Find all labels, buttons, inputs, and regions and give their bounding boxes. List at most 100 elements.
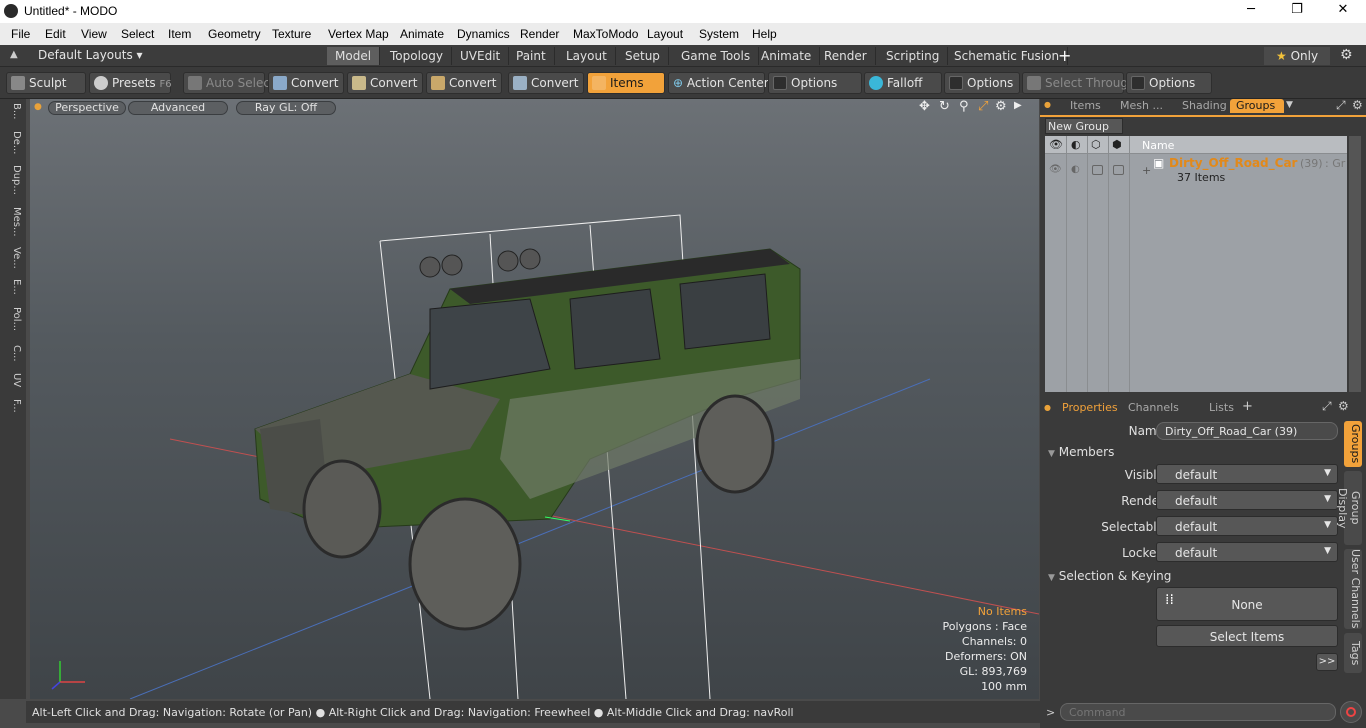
render-dropdown[interactable]: default ▼ (1156, 490, 1338, 510)
items-mode-button[interactable]: Items (587, 72, 665, 94)
tab-topology[interactable]: Topology (382, 47, 452, 65)
menu-maxtomodo[interactable]: MaxToModo (573, 27, 638, 41)
tab-setup[interactable]: Setup (617, 47, 669, 65)
select-toggle[interactable] (1113, 165, 1124, 175)
tab-mesh[interactable]: Mesh ... (1114, 99, 1169, 113)
properties-menu-icon[interactable]: ● (1044, 403, 1051, 412)
left-tab-uv[interactable]: UV (4, 373, 22, 387)
tab-groups[interactable]: Groups (1230, 99, 1284, 113)
select-items-button[interactable]: Select Items (1156, 625, 1338, 647)
select-through-button[interactable]: Select Through (1022, 72, 1136, 94)
tab-uvedit[interactable]: UVEdit (452, 47, 510, 65)
tab-game-tools[interactable]: Game Tools (673, 47, 760, 65)
eye-icon[interactable]: 👁 (1049, 138, 1063, 151)
more-button[interactable]: >> (1316, 653, 1338, 671)
tab-layout[interactable]: Layout (558, 47, 616, 65)
left-tab-curve[interactable]: C... (4, 345, 22, 362)
left-tab-duplicate[interactable]: Dup... (4, 165, 22, 195)
left-tab-vertex[interactable]: Ve... (4, 247, 22, 269)
convert-materials-button[interactable]: Convert (508, 72, 584, 94)
group-list-scrollbar[interactable] (1349, 136, 1361, 392)
command-input[interactable] (1060, 703, 1336, 721)
minimize-button[interactable]: ─ (1228, 2, 1274, 22)
menu-animate[interactable]: Animate (400, 27, 444, 41)
new-group-button[interactable]: New Group (1045, 118, 1123, 134)
side-tab-groups[interactable]: Groups (1344, 421, 1362, 467)
left-tab-edge[interactable]: E... (4, 279, 22, 295)
add-properties-tab-button[interactable]: + (1242, 399, 1253, 414)
left-tab-polygon[interactable]: Pol... (4, 307, 22, 331)
panel-menu-icon[interactable]: ● (1044, 100, 1051, 109)
layout-preset-dropdown[interactable]: Default Layouts ▾ (38, 48, 143, 62)
tab-properties[interactable]: Properties (1056, 401, 1124, 415)
tab-channels[interactable]: Channels (1122, 401, 1185, 415)
auto-select-button[interactable]: Auto Select (183, 72, 275, 94)
side-tab-tags[interactable]: Tags (1344, 633, 1362, 673)
menu-item[interactable]: Item (168, 27, 191, 41)
tab-animate[interactable]: Animate (753, 47, 821, 65)
selectable-dropdown[interactable]: default ▼ (1156, 516, 1338, 536)
properties-settings-icon[interactable]: ⚙ (1338, 399, 1349, 413)
tab-dropdown-icon[interactable]: ▼ (1286, 100, 1293, 110)
group-name-field[interactable]: Dirty_Off_Road_Car (39) (1156, 422, 1338, 440)
select-none-button[interactable]: ⁞⁞ None (1156, 587, 1338, 621)
members-section[interactable]: ▼ Members (1048, 445, 1114, 459)
group-list[interactable]: 👁 ◐ ⬡ ⬢ Name 👁 ◐ + ▣ Dirty_Off_Road_Car … (1045, 136, 1359, 392)
left-tab-deform[interactable]: De... (4, 131, 22, 154)
visible-dropdown[interactable]: default ▼ (1156, 464, 1338, 484)
falloff-options-button[interactable]: Options (944, 72, 1020, 94)
tab-shading[interactable]: Shading (1176, 99, 1233, 113)
menu-view[interactable]: View (81, 27, 107, 41)
lock-toggle[interactable] (1092, 165, 1103, 175)
panel-settings-icon[interactable]: ⚙ (1352, 98, 1363, 112)
tab-model[interactable]: Model (327, 47, 381, 65)
menu-layout[interactable]: Layout (647, 27, 683, 41)
menu-texture[interactable]: Texture (272, 27, 311, 41)
group-row[interactable]: 👁 ◐ + ▣ Dirty_Off_Road_Car (39) : Gr ...… (1045, 156, 1359, 184)
add-tab-button[interactable]: + (1058, 46, 1071, 65)
side-tab-user-channels[interactable]: User Channels (1344, 549, 1362, 629)
left-tab-basic[interactable]: B... (4, 103, 22, 119)
select-options-button[interactable]: Options (1126, 72, 1212, 94)
record-button[interactable] (1340, 701, 1362, 723)
expand-group-icon[interactable]: + (1142, 164, 1151, 177)
convert-polygons-button[interactable]: Convert (426, 72, 502, 94)
menu-vertex-map[interactable]: Vertex Map (328, 27, 389, 41)
action-center-options-button[interactable]: Options (768, 72, 862, 94)
side-tab-group-display[interactable]: Group Display (1336, 471, 1362, 545)
render-toggle-icon[interactable]: ◐ (1071, 164, 1080, 175)
expand-panel-icon[interactable]: ⤢ (1336, 98, 1346, 113)
selection-keying-section[interactable]: ▼ Selection & Keying (1048, 569, 1171, 583)
convert-edges-button[interactable]: Convert (347, 72, 423, 94)
collapse-icon[interactable]: ▲ (10, 49, 18, 60)
render-icon[interactable]: ◐ (1071, 138, 1081, 151)
gear-icon[interactable]: ⚙ (1340, 47, 1353, 63)
tab-paint[interactable]: Paint (508, 47, 555, 65)
locked-dropdown[interactable]: default ▼ (1156, 542, 1338, 562)
menu-dynamics[interactable]: Dynamics (457, 27, 510, 41)
close-button[interactable]: ✕ (1320, 2, 1366, 22)
3d-viewport[interactable]: ● Perspective Advanced Ray GL: Off ✥ ↻ ⚲… (30, 99, 1039, 699)
menu-edit[interactable]: Edit (45, 27, 66, 41)
presets-button[interactable]: Presets F6 (89, 72, 172, 94)
menu-render[interactable]: Render (520, 27, 559, 41)
action-center-button[interactable]: ⊕ Action Center (668, 72, 769, 94)
menu-file[interactable]: File (11, 27, 30, 41)
menu-system[interactable]: System (699, 27, 739, 41)
maximize-button[interactable]: ❐ (1274, 2, 1320, 22)
tab-scripting[interactable]: Scripting (878, 47, 949, 65)
only-button[interactable]: ★ Only (1264, 47, 1330, 65)
select-icon[interactable]: ⬢ (1112, 138, 1122, 151)
sculpt-button[interactable]: Sculpt (6, 72, 86, 94)
tab-schematic-fusion[interactable]: Schematic Fusion (946, 47, 1069, 65)
menu-geometry[interactable]: Geometry (208, 27, 261, 41)
tab-items[interactable]: Items (1062, 99, 1109, 113)
tab-lists[interactable]: Lists (1203, 401, 1240, 415)
left-tab-mesh[interactable]: Mes... (4, 207, 22, 237)
convert-vertices-button[interactable]: Convert (268, 72, 344, 94)
left-tab-fusion[interactable]: F... (4, 399, 22, 413)
menu-select[interactable]: Select (121, 27, 154, 41)
menu-help[interactable]: Help (752, 27, 777, 41)
visibility-toggle-icon[interactable]: 👁 (1049, 164, 1062, 175)
lock-icon[interactable]: ⬡ (1091, 138, 1101, 151)
